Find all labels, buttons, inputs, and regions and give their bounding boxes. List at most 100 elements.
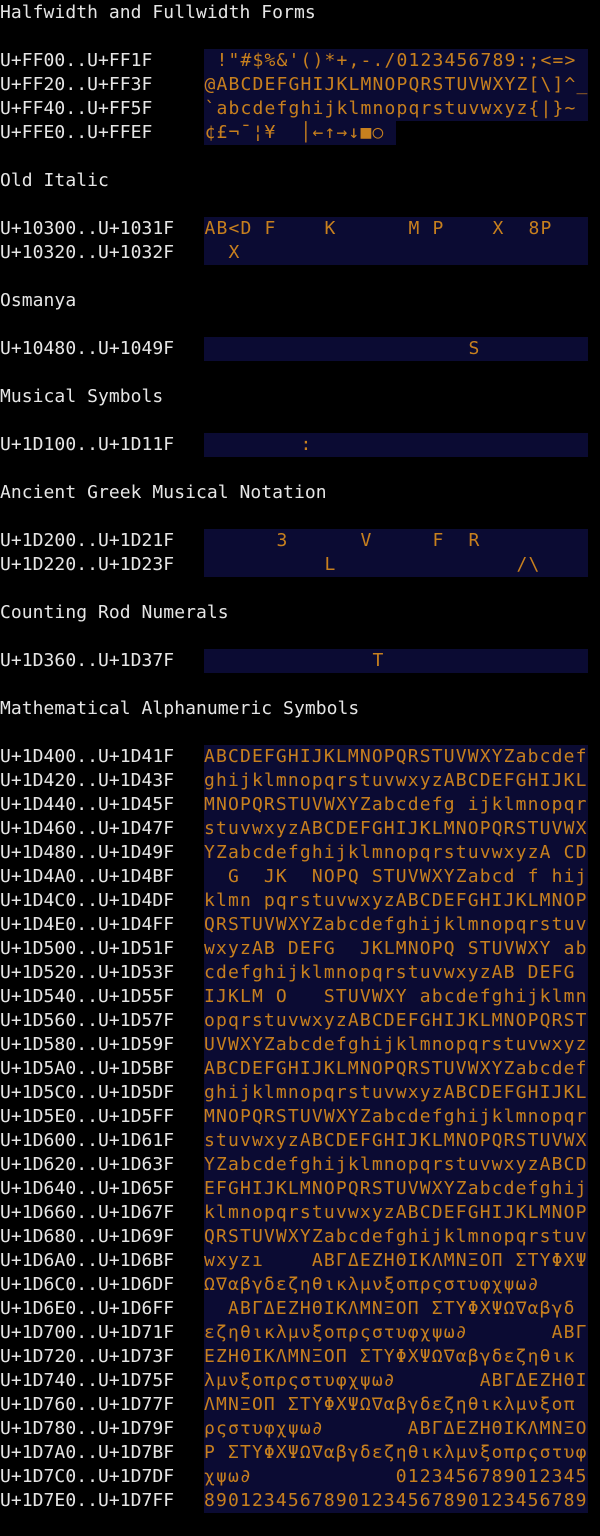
glyph-cell — [480, 337, 492, 361]
glyph-row: U+FF20..U+FF3F @ A B C D E F G H I J K L M N O P Q R S T U V W X Y… — [0, 73, 600, 97]
glyph-cell: ¯ — [240, 122, 252, 143]
glyph-cell — [540, 433, 552, 457]
glyph-row: U+1D360..U+1D37F T — [0, 649, 600, 673]
glyph-strip: ABCDEFGHIJKLMNOPQRSTUVWXYZabcdef — [204, 1057, 588, 1081]
glyph-cell — [384, 121, 396, 145]
glyph-cell — [552, 241, 564, 265]
glyph-cell: T — [372, 650, 384, 671]
glyph-cell: ↑ — [324, 122, 336, 143]
glyph-cell — [396, 553, 408, 577]
glyph-row: U+1D500..U+1D51F wxyzAB DEFG JKLMNOPQ STU… — [0, 937, 600, 961]
glyph-row: U+1D4E0..U+1D4FF QRSTUVWXYZabcdefghijklmn… — [0, 913, 600, 937]
glyph-cell: ^ — [564, 74, 576, 95]
glyph-cell: N — [372, 74, 384, 95]
glyph-cell — [552, 433, 564, 457]
glyph-cell: < — [228, 218, 240, 239]
glyph-cell: f — [276, 98, 288, 119]
glyph-cell — [420, 433, 432, 457]
glyph-cell — [276, 337, 288, 361]
glyph-cell — [516, 529, 528, 553]
glyph-cell — [564, 553, 576, 577]
glyph-cell: G — [288, 74, 300, 95]
glyph-strip: QRSTUVWXYZabcdefghijklmnopqrstuv — [204, 913, 588, 937]
glyph-cell — [516, 337, 528, 361]
glyph-cell — [480, 433, 492, 457]
glyph-cell — [408, 529, 420, 553]
glyph-cell — [204, 337, 216, 361]
codepoint-range-label: U+1D7C0..U+1D7DF — [0, 1466, 175, 1487]
glyph-strip: stuvwxyzABCDEFGHIJKLMNOPQRSTUVWX — [204, 1129, 588, 1153]
glyph-cell: u — [456, 98, 468, 119]
glyph-text: stuvwxyzABCDEFGHIJKLMNOPQRSTUVWX — [204, 1130, 588, 1151]
glyph-text: εζηθικλμνξοπρςστυφχψω∂ ΑΒΓΔ — [204, 1322, 588, 1343]
glyph-strip: klmnopqrstuvwxyzABCDEFGHIJKLMNOP — [204, 1201, 588, 1225]
section-title: Ancient Greek Musical Notation — [0, 482, 327, 503]
glyph-strip: Ρ ΣΤΥΦΧΨΩ∇αβγδεζηθικλμνξοπρςστυφ — [204, 1441, 588, 1465]
glyph-cell: y — [504, 98, 516, 119]
glyph-cell: ↓ — [348, 122, 360, 143]
glyph-cell — [432, 337, 444, 361]
section-title: Old Italic — [0, 170, 109, 191]
glyph-cell: ¬ — [228, 122, 240, 143]
glyph-cell: K — [324, 218, 336, 239]
glyph-cell — [492, 241, 504, 265]
glyph-cell: S — [432, 74, 444, 95]
glyph-cell — [408, 433, 420, 457]
glyph-cell: H — [300, 74, 312, 95]
glyph-cell — [408, 553, 420, 577]
glyph-strip: stuvwxyzABCDEFGHIJKLMNOPQRSTUVWX — [204, 817, 588, 841]
codepoint-range-label: U+1D520..U+1D53F — [0, 962, 175, 983]
glyph-cell — [204, 241, 216, 265]
glyph-text: MNOPQRSTUVWXYZabcdefghijklmnopqr — [204, 1106, 588, 1127]
codepoint-range-label: U+1D7E0..U+1D7FF — [0, 1490, 175, 1511]
glyph-strip: wxyzı ΑΒΓΔΕΖΗΘΙΚΛΜΝΞΟΠ ΣΤΥΦΧΨ — [204, 1249, 588, 1273]
glyph-cell: . — [372, 50, 384, 71]
glyph-cell: \ — [540, 74, 552, 95]
glyph-cell — [336, 433, 348, 457]
glyph-cell: o — [384, 98, 396, 119]
glyph-strip: L / \ — [204, 553, 588, 577]
glyph-cell — [312, 649, 324, 673]
glyph-cell — [396, 649, 408, 673]
glyph-cell: 4 — [444, 50, 456, 71]
glyph-cell — [204, 49, 216, 73]
glyph-cell: \ — [528, 554, 540, 575]
glyph-row: U+1D7E0..U+1D7FF 890123456789012345678901… — [0, 1489, 600, 1513]
glyph-cell — [468, 241, 480, 265]
glyph-cell — [540, 337, 552, 361]
glyph-cell — [576, 49, 588, 73]
section-title: Osmanya — [0, 290, 77, 311]
glyph-cell — [468, 433, 480, 457]
glyph-cell — [384, 553, 396, 577]
codepoint-range-label: U+1D6E0..U+1D6FF — [0, 1298, 175, 1319]
glyph-cell: ← — [312, 122, 324, 143]
glyph-cell: ] — [552, 74, 564, 95]
glyph-cell — [288, 217, 300, 241]
glyph-strip: ghijklmnopqrstuvwxyzABCDEFGHIJKL — [204, 769, 588, 793]
glyph-cell — [240, 337, 252, 361]
glyph-cell — [372, 529, 384, 553]
glyph-text: QRSTUVWXYZabcdefghijklmnopqrstuv — [204, 1226, 588, 1247]
glyph-cell: } — [552, 98, 564, 119]
glyph-row: U+1D460..U+1D47F stuvwxyzABCDEFGHIJKLMNOP… — [0, 817, 600, 841]
glyph-cell — [324, 433, 336, 457]
glyph-cell — [540, 241, 552, 265]
glyph-strip: YZabcdefghijklmnopqrstuvwxyzABCD — [204, 1153, 588, 1177]
glyph-cell: & — [276, 50, 288, 71]
glyph-cell — [564, 337, 576, 361]
glyph-text: ΕΖΗΘΙΚΛΜΝΞΟΠ ΣΤΥΦΧΨΩ∇αβγδεζηθικ — [204, 1346, 576, 1367]
glyph-cell — [396, 217, 408, 241]
glyph-row: U+1D720..U+1D73F ΕΖΗΘΙΚΛΜΝΞΟΠ ΣΤΥΦΧΨΩ∇αβγ… — [0, 1345, 600, 1369]
glyph-cell: 1 — [408, 50, 420, 71]
codepoint-range-label: U+1D760..U+1D77F — [0, 1394, 175, 1415]
glyph-cell: x — [492, 98, 504, 119]
glyph-strip: χψω∂ 0123456789012345 67 — [204, 1465, 588, 1489]
glyph-text: ΛΜΝΞΟΠ ΣΤΥΦΧΨΩ∇αβγδεζηθικλμνξοπ — [204, 1394, 576, 1415]
codepoint-range-label: U+1D780..U+1D79F — [0, 1418, 175, 1439]
glyph-cell — [528, 337, 540, 361]
codepoint-range-label: U+1D460..U+1D47F — [0, 818, 175, 839]
glyph-cell: £ — [216, 122, 228, 143]
glyph-cell — [456, 529, 468, 553]
glyph-row: U+1D6E0..U+1D6FF ΑΒΓΔΕΖΗΘΙΚΛΜΝΞΟΠ ΣΤΥΦΧΨ… — [0, 1297, 600, 1321]
